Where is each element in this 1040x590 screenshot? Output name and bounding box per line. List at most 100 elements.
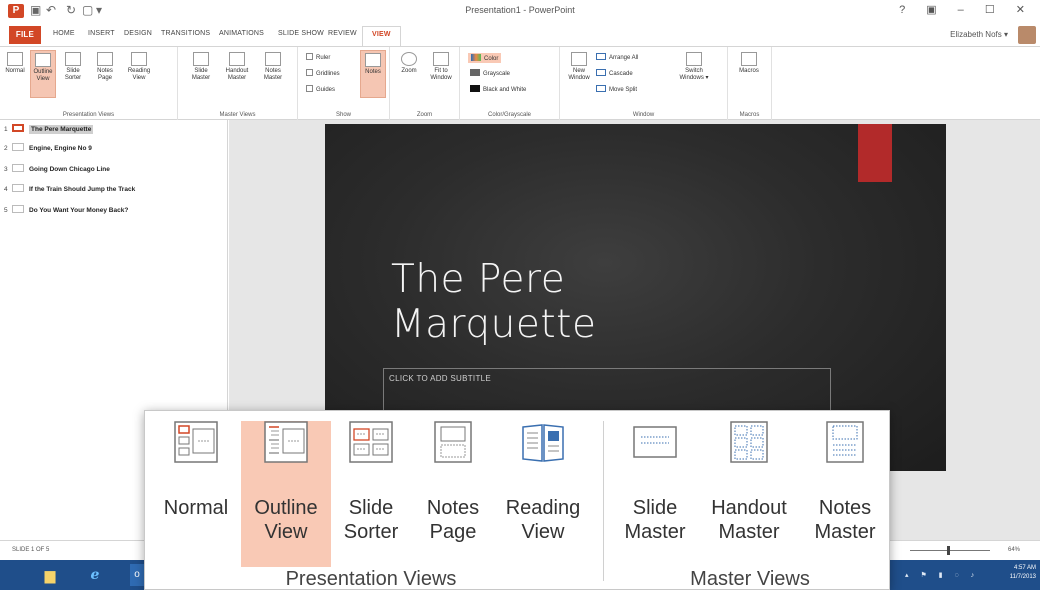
notes-button[interactable]: Notes	[360, 50, 386, 98]
callout-button-label: Notes	[818, 497, 872, 519]
tab-insert[interactable]: INSERT	[88, 30, 115, 37]
black-and-white-icon	[470, 85, 480, 92]
notes-master-icon	[826, 421, 864, 463]
reading-view-button[interactable]: Reading View	[126, 50, 152, 98]
slide-sorter-icon	[349, 421, 393, 463]
outline-item[interactable]: 1 The Pere Marquette	[4, 124, 94, 138]
tab-animations[interactable]: ANIMATIONS	[219, 30, 264, 37]
window-controls[interactable]: ? ▣ – ☐ ✕	[899, 3, 1034, 16]
callout-button-label: Slide	[632, 497, 678, 519]
callout-normal-view-button[interactable]: Normal	[153, 421, 239, 567]
slide-icon	[12, 184, 24, 192]
callout-slide-sorter-button[interactable]: Slide Sorter	[333, 421, 409, 567]
guides-checkbox[interactable]: Guides	[306, 85, 335, 93]
black-and-white-button[interactable]: Black and White	[470, 85, 526, 93]
callout-reading-view-button[interactable]: Reading View	[497, 421, 589, 567]
callout-button-label: View	[264, 521, 308, 543]
outline-item[interactable]: 4 If the Train Should Jump the Track	[4, 184, 135, 198]
tab-transitions[interactable]: TRANSITIONS	[161, 30, 210, 37]
show-label: Show	[335, 112, 351, 118]
avatar[interactable]	[1018, 26, 1036, 44]
callout-master-views-label: Master Views	[690, 568, 810, 590]
slide-master-icon	[633, 426, 677, 458]
tab-file[interactable]: FILE	[9, 26, 41, 44]
fit-to-window-button[interactable]: Fit to Window	[426, 50, 456, 98]
document-title: Presentation1 - PowerPoint	[465, 5, 575, 15]
outline-item[interactable]: 2 Engine, Engine No 9	[4, 143, 92, 157]
callout-outline-view-button[interactable]: Outline View	[241, 421, 331, 567]
macros-button[interactable]: Macros	[736, 50, 762, 98]
window-label: Window	[632, 112, 655, 118]
new-window-button[interactable]: New Window	[566, 50, 592, 98]
slide-sorter-button[interactable]: Slide Sorter	[60, 50, 86, 98]
notes-icon	[365, 53, 381, 67]
ruler-checkbox[interactable]: Ruler	[306, 53, 330, 61]
presentation-views-label: Presentation Views	[62, 112, 115, 118]
outline-item[interactable]: 5 Do You Want Your Money Back?	[4, 205, 128, 219]
zoom-slider[interactable]	[910, 550, 990, 551]
slide-icon	[12, 205, 24, 213]
handout-master-button[interactable]: Handout Master	[224, 50, 250, 98]
switch-windows-icon	[686, 52, 702, 66]
callout-button-label: Master	[624, 521, 686, 543]
taskbar-clock[interactable]: 4:57 AM 11/7/2013	[1010, 564, 1036, 582]
callout-handout-master-button[interactable]: Handout Master	[697, 421, 801, 567]
tab-review[interactable]: REVIEW	[328, 30, 357, 37]
new-window-icon	[571, 52, 587, 66]
color-grayscale-group: Color Grayscale Black and White Color/Gr…	[460, 47, 560, 120]
color-button[interactable]: Color	[468, 53, 502, 63]
master-views-label: Master Views	[219, 112, 256, 118]
slide-master-button[interactable]: Slide Master	[188, 50, 214, 98]
slide-count: SLIDE 1 OF 5	[12, 547, 50, 553]
internet-explorer-icon[interactable]: e	[83, 564, 107, 586]
file-explorer-icon[interactable]: ▆	[38, 564, 62, 586]
callout-notes-page-button[interactable]: Notes Page	[413, 421, 493, 567]
user-account[interactable]: Elizabeth Nofs ▾	[950, 30, 1008, 39]
handout-master-icon	[229, 52, 245, 66]
slide-master-icon	[193, 52, 209, 66]
callout-notes-master-button[interactable]: Notes Master	[805, 421, 885, 567]
arrange-all-icon	[596, 53, 606, 60]
callout-button-label: Notes	[426, 497, 480, 519]
cascade-button[interactable]: Cascade	[596, 69, 633, 77]
slide-icon	[12, 164, 24, 172]
arrange-all-button[interactable]: Arrange All	[596, 53, 638, 61]
zoom-slider-handle[interactable]	[947, 546, 950, 555]
slide-title[interactable]: The Pere Marquette	[391, 257, 791, 347]
move-split-icon	[596, 85, 606, 92]
zoom-label: Zoom	[416, 112, 433, 118]
show-group: Ruler Gridlines Guides Notes Show	[298, 47, 390, 120]
macros-label: Macros	[739, 112, 760, 118]
switch-windows-button[interactable]: Switch Windows ▾	[676, 50, 712, 98]
notes-page-button[interactable]: Notes Page	[92, 50, 118, 98]
color-grayscale-label: Color/Grayscale	[487, 112, 531, 118]
tab-slide-show[interactable]: SLIDE SHOW	[278, 30, 324, 37]
normal-view-button[interactable]: Normal	[2, 50, 28, 98]
system-tray[interactable]: ▴ ⚑ ▮ ◌ ♪	[905, 571, 979, 579]
callout-button-label: View	[521, 521, 565, 543]
notes-master-button[interactable]: Notes Master	[260, 50, 286, 98]
callout-slide-master-button[interactable]: Slide Master	[617, 421, 693, 567]
tab-view[interactable]: VIEW	[362, 26, 401, 46]
zoom-level[interactable]: 64%	[1008, 547, 1020, 553]
zoom-button[interactable]: Zoom	[396, 50, 422, 98]
window-group: New Window Arrange All Cascade Move Spli…	[560, 47, 728, 120]
handout-master-icon	[730, 421, 768, 463]
tab-home[interactable]: HOME	[53, 30, 75, 37]
presentation-views-group: Normal Outline View Slide Sorter Notes P…	[0, 47, 178, 120]
callout-button-label: Page	[429, 521, 477, 543]
tab-design[interactable]: DESIGN	[124, 30, 152, 37]
gridlines-checkbox[interactable]: Gridlines	[306, 69, 340, 77]
outline-view-button[interactable]: Outline View	[30, 50, 56, 98]
macros-group: Macros Macros	[728, 47, 772, 120]
outline-item[interactable]: 3 Going Down Chicago Line	[4, 164, 110, 178]
slide-icon	[12, 124, 24, 132]
callout-button-label: Normal	[163, 497, 229, 519]
reading-view-icon	[131, 52, 147, 66]
checkbox-icon	[306, 53, 313, 60]
subtitle-placeholder[interactable]: CLICK TO ADD SUBTITLE	[383, 368, 831, 414]
grayscale-button[interactable]: Grayscale	[470, 69, 510, 77]
move-split-button[interactable]: Move Split	[596, 85, 637, 93]
powerpoint-taskbar-icon[interactable]: o	[130, 564, 144, 586]
callout-button-label: Slide	[348, 497, 394, 519]
